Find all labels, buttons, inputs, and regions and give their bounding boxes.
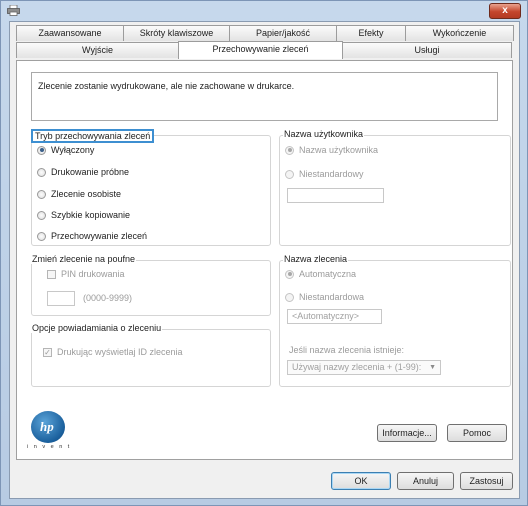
- user-name-legend: Nazwa użytkownika: [283, 129, 365, 139]
- printer-properties-window: x Zaawansowane Skróty klawiszowe Papier/…: [0, 0, 528, 506]
- dialog-client-area: Zaawansowane Skróty klawiszowe Papier/ja…: [9, 21, 520, 499]
- tab-papier-jakosc[interactable]: Papier/jakość: [229, 25, 337, 41]
- printer-icon: [7, 5, 20, 16]
- status-message-box: Zlecenie zostanie wydrukowane, ale nie z…: [31, 72, 498, 121]
- pin-checkbox[interactable]: PIN drukowania: [47, 269, 125, 279]
- tab-wyjscie[interactable]: Wyjście: [16, 42, 179, 58]
- radio-user-name-label: Nazwa użytkownika: [299, 145, 379, 155]
- radio-user-custom-label: Niestandardowy: [299, 169, 364, 179]
- radio-job-auto[interactable]: Automatyczna: [285, 269, 356, 279]
- radio-job-auto-indicator: [285, 269, 294, 279]
- pin-field[interactable]: [47, 291, 75, 306]
- tab-przechowywanie-zlecen[interactable]: Przechowywanie zleceń: [178, 41, 343, 59]
- close-icon: x: [502, 5, 508, 16]
- radio-quick-copy[interactable]: Szybkie kopiowanie: [37, 210, 130, 220]
- tab-row-2: Wyjście Przechowywanie zleceń Usługi: [16, 41, 512, 59]
- tab-row-1: Zaawansowane Skróty klawiszowe Papier/ja…: [16, 25, 514, 41]
- tab-uslugi[interactable]: Usługi: [342, 42, 512, 58]
- radio-stored-job[interactable]: Przechowywanie zleceń: [37, 231, 147, 241]
- info-button[interactable]: Informacje...: [377, 424, 437, 442]
- job-exists-label: Jeśli nazwa zlecenia istnieje:: [289, 345, 405, 355]
- radio-proof-label: Drukowanie próbne: [51, 167, 130, 177]
- pin-checkbox-label: PIN drukowania: [61, 269, 125, 279]
- radio-user-name[interactable]: Nazwa użytkownika: [285, 145, 378, 155]
- radio-proof[interactable]: Drukowanie próbne: [37, 167, 129, 177]
- job-name-field[interactable]: <Automatyczny>: [287, 309, 382, 324]
- radio-user-custom[interactable]: Niestandardowy: [285, 169, 364, 179]
- radio-personal-indicator: [37, 189, 46, 199]
- tab-wykonczenie[interactable]: Wykończenie: [405, 25, 514, 41]
- job-exists-dropdown[interactable]: Używaj nazwy zlecenia + (1-99): ▼: [287, 360, 441, 375]
- job-storage-panel: Zlecenie zostanie wydrukowane, ale nie z…: [16, 60, 513, 460]
- tab-zaawansowane[interactable]: Zaawansowane: [16, 25, 124, 41]
- user-name-field[interactable]: [287, 188, 384, 203]
- chevron-down-icon: ▼: [429, 364, 436, 371]
- tab-skroty-klawiszowe[interactable]: Skróty klawiszowe: [123, 25, 230, 41]
- radio-off-indicator: [37, 145, 46, 155]
- notify-group: [31, 329, 271, 387]
- radio-job-custom-indicator: [285, 292, 294, 302]
- radio-stored-job-indicator: [37, 231, 46, 241]
- job-name-legend: Nazwa zlecenia: [283, 254, 349, 264]
- help-button[interactable]: Pomoc: [447, 424, 507, 442]
- checkmark-icon: ✓: [43, 347, 52, 357]
- tab-efekty[interactable]: Efekty: [336, 25, 406, 41]
- radio-job-custom[interactable]: Niestandardowa: [285, 292, 364, 302]
- status-message: Zlecenie zostanie wydrukowane, ale nie z…: [38, 81, 295, 91]
- radio-job-custom-label: Niestandardowa: [299, 292, 365, 302]
- radio-stored-job-label: Przechowywanie zleceń: [51, 231, 148, 241]
- private-legend: Zmień zlecenie na poufne: [31, 254, 137, 264]
- apply-button[interactable]: Zastosuj: [460, 472, 513, 490]
- job-exists-value: Używaj nazwy zlecenia + (1-99):: [292, 362, 422, 372]
- pin-range-label: (0000-9999): [83, 293, 133, 303]
- pin-checkbox-box: [47, 269, 56, 279]
- storage-mode-legend: Tryb przechowywania zleceń: [31, 129, 155, 143]
- radio-job-auto-label: Automatyczna: [299, 269, 357, 279]
- radio-personal-label: Zlecenie osobiste: [51, 189, 122, 199]
- hp-invent-tagline: i n v e n t: [27, 444, 72, 450]
- hp-logo-text: hp: [40, 419, 54, 434]
- show-id-checkbox-label: Drukując wyświetlaj ID zlecenia: [57, 347, 183, 357]
- close-button[interactable]: x: [489, 3, 521, 19]
- radio-quick-copy-label: Szybkie kopiowanie: [51, 210, 131, 220]
- radio-off-label: Wyłączony: [51, 145, 95, 155]
- show-id-checkbox[interactable]: ✓ Drukując wyświetlaj ID zlecenia: [43, 347, 183, 357]
- notify-legend: Opcje powiadamiania o zleceniu: [31, 323, 163, 333]
- cancel-button[interactable]: Anuluj: [397, 472, 454, 490]
- radio-personal[interactable]: Zlecenie osobiste: [37, 189, 121, 199]
- radio-off[interactable]: Wyłączony: [37, 145, 94, 155]
- title-bar: x: [1, 1, 527, 21]
- hp-logo: hp: [31, 411, 65, 443]
- radio-user-name-indicator: [285, 145, 294, 155]
- radio-user-custom-indicator: [285, 169, 294, 179]
- radio-proof-indicator: [37, 167, 46, 177]
- radio-quick-copy-indicator: [37, 210, 46, 220]
- ok-button[interactable]: OK: [331, 472, 391, 490]
